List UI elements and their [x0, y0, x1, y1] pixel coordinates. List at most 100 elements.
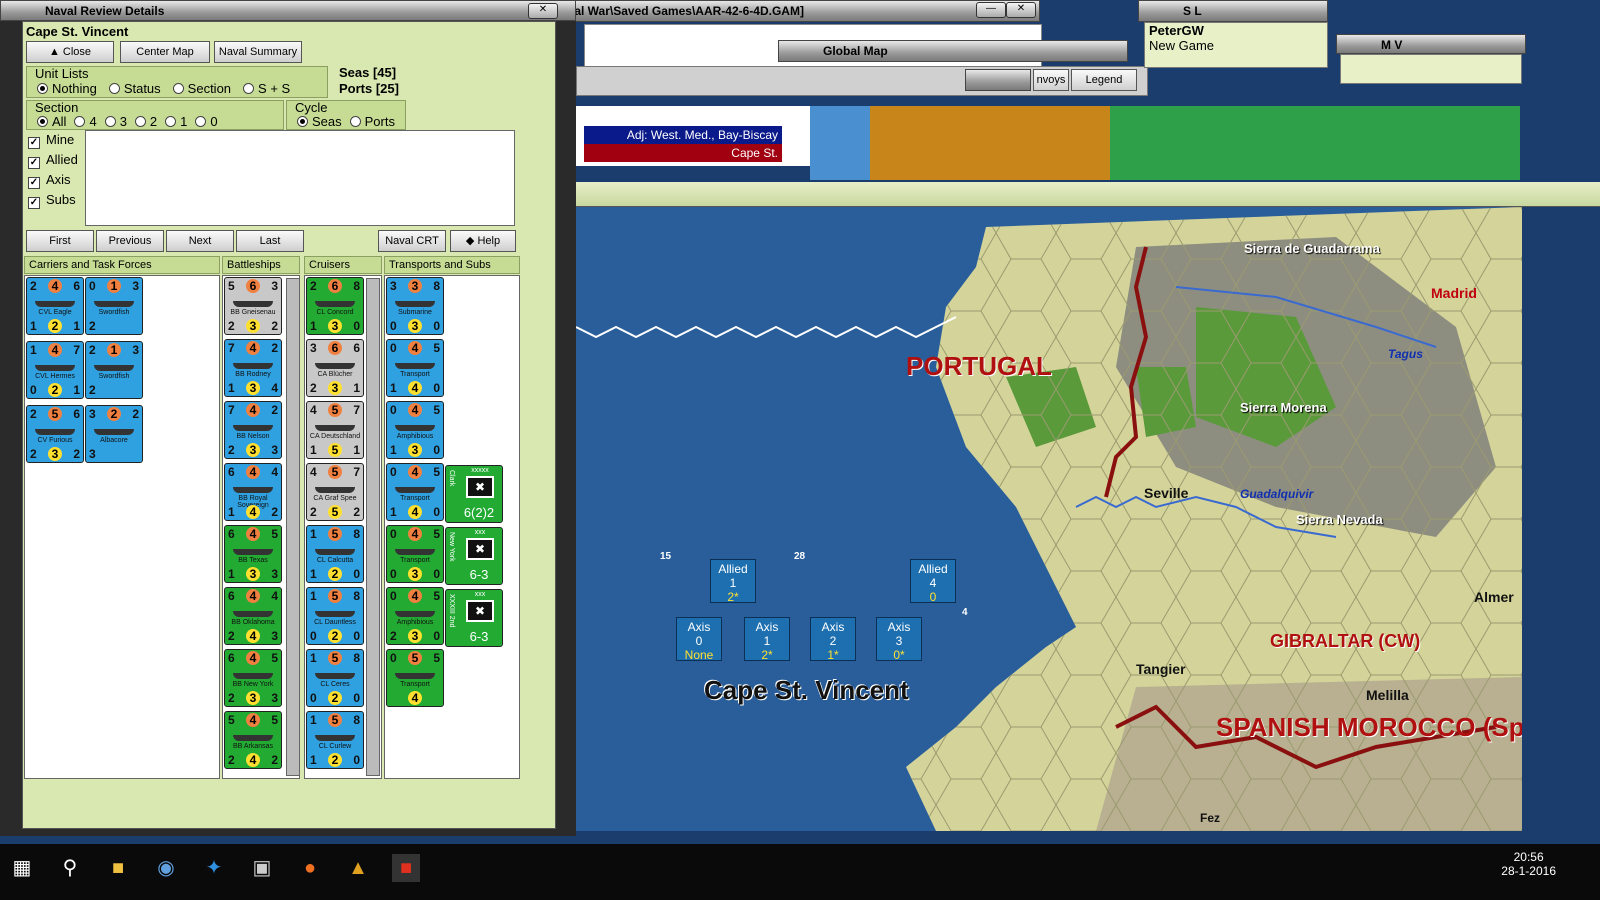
counter-value: 2 [228, 443, 235, 457]
section-radio-3[interactable]: 3 [101, 114, 127, 129]
unit-list-box[interactable] [85, 130, 515, 226]
sea-box-axis[interactable]: Axis 2 1* [810, 617, 856, 662]
global-map-titlebar[interactable]: Global Map [778, 40, 1128, 62]
sl-window[interactable]: S L PeterGW New Game [1138, 0, 1328, 72]
ship-silhouette-icon [315, 549, 355, 555]
sea-box-axis[interactable]: Axis 0 None [676, 617, 722, 662]
section-radio-2[interactable]: 2 [131, 114, 157, 129]
transport-counter[interactable]: 0 4 5 Transport 1 4 0 [386, 339, 444, 397]
section-radio-0[interactable]: 0 [191, 114, 218, 129]
aircraft-counter[interactable]: 2 1 3 Swordfish 2 [85, 341, 143, 399]
transport-counter[interactable]: 3 3 8 Submarine 0 3 0 [386, 277, 444, 335]
firefox-icon[interactable]: ● [296, 854, 324, 882]
battleship-counter[interactable]: 6 4 5 BB Texas 1 3 3 [224, 525, 282, 583]
legend-button[interactable]: Legend [1071, 69, 1137, 91]
windows-start-icon[interactable]: ▦ [8, 854, 36, 882]
cruisers-scrollbar[interactable] [366, 278, 380, 776]
portugal-label: PORTUGAL [906, 351, 1052, 381]
sea-box-axis[interactable]: Axis 1 2* [744, 617, 790, 662]
center-map-button[interactable]: Center Map [120, 41, 210, 63]
file-explorer-icon[interactable]: ■ [104, 854, 132, 882]
cruiser-counter[interactable]: 1 5 8 CL Dauntless 0 2 0 [306, 587, 364, 645]
cycle-radio-ports[interactable]: Ports [346, 114, 395, 129]
counter-value: 1 [228, 567, 235, 581]
battleship-counter[interactable]: 644BB Royal Sovereign142 [224, 463, 282, 521]
carriers-column[interactable]: 2 4 6 CVL Eagle 1 2 1 1 4 7 CVL Hermes 0 2 1 2 5 6 CV Fur… [24, 275, 220, 779]
counter-value: 4 [246, 465, 260, 479]
box-number: 3 [895, 634, 903, 648]
sea-box-allied[interactable]: Allied 1 2* [710, 559, 756, 604]
transport-counter[interactable]: 0 4 5 Transport 0 3 0 [386, 525, 444, 583]
next-button[interactable]: Next [166, 230, 234, 252]
battleship-counter[interactable]: 5 4 5 BB Arkansas 2 4 2 [224, 711, 282, 769]
filter-subs[interactable]: ✓ Subs [28, 192, 76, 209]
cruiser-counter[interactable]: 4 5 7 CA Graf Spee 2 5 2 [306, 463, 364, 521]
unit-lists-radio-section[interactable]: Section [169, 81, 231, 96]
hq-counter[interactable]: XXXIII 2nd xxx ✖ 6-3 [445, 589, 503, 647]
aircraft-counter[interactable]: 0 1 3 Swordfish 2 [85, 277, 143, 335]
filter-allied[interactable]: ✓ Allied [28, 152, 78, 169]
last-button[interactable]: Last [236, 230, 304, 252]
convoys-button[interactable]: nvoys [1033, 69, 1069, 91]
mv-window[interactable]: M V [1336, 34, 1526, 86]
cruiser-counter[interactable]: 1 5 8 CL Ceres 0 2 0 [306, 649, 364, 707]
minimize-button[interactable]: — [976, 2, 1006, 18]
hex-map[interactable]: PORTUGAL Cape St. Vincent Sierra de Guad… [576, 207, 1522, 831]
close-icon[interactable]: ✕ [528, 3, 558, 19]
transport-counter[interactable]: 0 4 5 Amphibious 1 3 0 [386, 401, 444, 459]
search-icon[interactable]: ⚲ [56, 854, 84, 882]
aircraft-counter[interactable]: 3 2 2 Albacore 3 [85, 405, 143, 463]
mwif-icon[interactable]: ■ [392, 854, 420, 882]
cruiser-counter[interactable]: 3 6 6 CA Blücher 2 3 1 [306, 339, 364, 397]
unit-lists-radio-status[interactable]: Status [105, 81, 161, 96]
counter-value: 5 [271, 527, 278, 541]
battleship-counter[interactable]: 6 4 5 BB New York 2 3 3 [224, 649, 282, 707]
close-icon[interactable]: ✕ [1006, 2, 1036, 18]
counter-value: 3 [246, 381, 260, 395]
carrier-counter[interactable]: 2 4 6 CVL Eagle 1 2 1 [26, 277, 84, 335]
game-icon[interactable]: ▲ [344, 854, 372, 882]
previous-button[interactable]: Previous [96, 230, 164, 252]
cruiser-counter[interactable]: 1 5 8 CL Curlew 1 2 0 [306, 711, 364, 769]
close-button[interactable]: ▲ Close [26, 41, 114, 63]
first-button[interactable]: First [26, 230, 94, 252]
transports-column[interactable]: 3 3 8 Submarine 0 3 0 0 4 5 Transport 1 4 0 0 4 5 Amphibi… [384, 275, 520, 779]
naval-summary-button[interactable]: Naval Summary [214, 41, 302, 63]
sea-box-allied[interactable]: Allied 4 0 [910, 559, 956, 604]
battleship-counter[interactable]: 7 4 2 BB Nelson 2 3 3 [224, 401, 282, 459]
unit-lists-radio-nothing[interactable]: Nothing [33, 81, 97, 96]
section-radio-all[interactable]: All [33, 114, 66, 129]
naval-crt-button[interactable]: Naval CRT [378, 230, 446, 252]
section-radio-4[interactable]: 4 [70, 114, 97, 129]
carrier-counter[interactable]: 1 4 7 CVL Hermes 0 2 1 [26, 341, 84, 399]
cruiser-counter[interactable]: 4 5 7 CA Deutschland 1 5 1 [306, 401, 364, 459]
transport-counter[interactable]: 0 4 5 Transport 1 4 0 [386, 463, 444, 521]
global-minimap[interactable] [810, 106, 1520, 180]
battleships-scrollbar[interactable] [286, 278, 300, 776]
section-radio-1[interactable]: 1 [161, 114, 187, 129]
filter-mine[interactable]: ✓ Mine [28, 132, 74, 149]
battleship-counter[interactable]: 5 6 3 BB Gneisenau 2 3 2 [224, 277, 282, 335]
carrier-counter[interactable]: 2 5 6 CV Furious 2 3 2 [26, 405, 84, 463]
cruiser-counter[interactable]: 2 6 8 CL Concord 1 3 0 [306, 277, 364, 335]
filter-axis[interactable]: ✓ Axis [28, 172, 71, 189]
battleship-counter[interactable]: 7 4 2 BB Rodney 1 3 4 [224, 339, 282, 397]
cruiser-counter[interactable]: 1 5 8 CL Calcutta 1 2 0 [306, 525, 364, 583]
help-button[interactable]: ◆ Help [450, 230, 516, 252]
counter-value: 2 [271, 505, 278, 519]
main-window-title: bal War\Saved Games\AAR-42-6-4D.GAM] [560, 0, 1040, 22]
app-icon-3[interactable]: ▣ [248, 854, 276, 882]
app-icon-1[interactable]: ◉ [152, 854, 180, 882]
clock[interactable]: 20:56 28-1-2016 [1501, 850, 1556, 878]
battleship-counter[interactable]: 6 4 4 BB Oklahoma 2 4 3 [224, 587, 282, 645]
hq-counter[interactable]: New York xxx ✖ 6-3 [445, 527, 503, 585]
sea-box-axis[interactable]: Axis 3 0* [876, 617, 922, 662]
hq-counter[interactable]: Clark xxxxx ✖ 6(2)2 [445, 465, 503, 523]
cycle-radio-seas[interactable]: Seas [293, 114, 342, 129]
main-window-titlebar[interactable]: bal War\Saved Games\AAR-42-6-4D.GAM] — ✕ [560, 0, 1040, 24]
transport-counter[interactable]: 0 4 5 Amphibious 2 3 0 [386, 587, 444, 645]
transport-counter[interactable]: 0 5 5 Transport 4 [386, 649, 444, 707]
unit-lists-radio-s-s[interactable]: S + S [239, 81, 290, 96]
app-icon-2[interactable]: ✦ [200, 854, 228, 882]
counter-value: 2 [48, 319, 62, 333]
